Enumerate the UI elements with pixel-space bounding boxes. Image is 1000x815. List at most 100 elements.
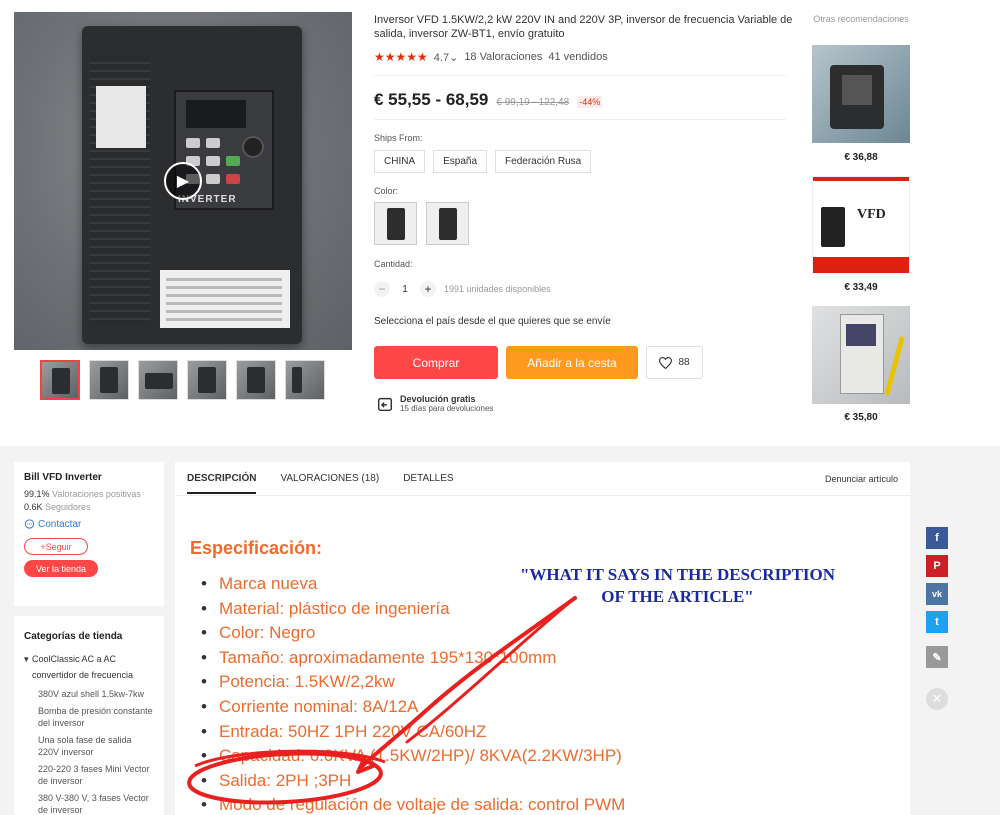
product-main-image[interactable]: INVERTER ▶ — [14, 12, 352, 350]
seller-name[interactable]: Bill VFD Inverter — [24, 472, 154, 483]
star-rating-icon: ★★★★★ — [374, 50, 428, 64]
quantity-minus-button[interactable]: − — [374, 281, 390, 297]
color-option-image — [387, 208, 405, 240]
divider — [374, 75, 786, 76]
thumbnail-4[interactable] — [187, 360, 227, 400]
category-item[interactable]: 380V azul shell 1.5kw-7kw — [24, 688, 154, 700]
review-count[interactable]: 18 Valoraciones — [464, 51, 542, 63]
quantity-available: 1991 unidades disponibles — [444, 284, 551, 294]
free-return-info: Devolución gratis 15 días para devolucio… — [376, 394, 493, 413]
rating-value-text: 4.7 — [433, 51, 450, 64]
recommendation-price-2[interactable]: € 33,49 — [812, 282, 910, 293]
heart-icon — [659, 356, 673, 369]
recommendation-device — [821, 207, 845, 247]
recommendation-price-1[interactable]: € 36,88 — [812, 152, 910, 163]
thumbnail-5[interactable] — [236, 360, 276, 400]
pinterest-share-icon[interactable]: P — [926, 555, 948, 577]
wishlist-button[interactable]: 88 — [646, 346, 703, 379]
recommendation-vfd-text: VFD — [857, 207, 886, 222]
seller-positive-label: Valoraciones positivas — [52, 489, 141, 499]
thumbnail-image — [247, 367, 265, 393]
quantity-stepper: − 1 + 1991 unidades disponibles — [374, 281, 551, 297]
recommendation-image-3[interactable] — [812, 306, 910, 404]
thumbnail-strip — [40, 360, 325, 400]
device-stop-key — [226, 174, 240, 184]
thumbnail-image — [198, 367, 216, 393]
thumbnail-image — [292, 367, 302, 393]
thumbnail-2[interactable] — [89, 360, 129, 400]
recommendation-keypad — [842, 75, 872, 105]
quantity-label: Cantidad: — [374, 259, 413, 269]
color-option-1[interactable] — [374, 202, 417, 245]
rating-row: ★★★★★ 4.7⌄ 18 Valoraciones 41 vendidos — [374, 50, 608, 64]
thumbnail-image — [52, 368, 70, 394]
device-knob — [242, 136, 264, 158]
video-play-button[interactable]: ▶ — [164, 162, 202, 200]
ship-option-spain[interactable]: España — [433, 150, 488, 173]
safety-label — [160, 270, 290, 328]
color-options — [374, 202, 469, 245]
view-store-button[interactable]: Ver la tienda — [24, 560, 98, 577]
price-row: € 55,55 - 68,59 € 99,19 - 122,48 -44% — [374, 90, 603, 110]
recommendations-title: Otras recomendaciones — [813, 14, 909, 24]
return-icon — [377, 397, 393, 411]
buy-now-button[interactable]: Comprar — [374, 346, 498, 379]
ship-option-china[interactable]: CHINA — [374, 150, 426, 173]
color-option-2[interactable] — [426, 202, 469, 245]
play-icon: ▶ — [176, 173, 190, 190]
select-country-text: Selecciona el país desde el que quieres … — [374, 316, 611, 327]
return-subtitle: 15 días para devoluciones — [400, 404, 494, 413]
device-key — [206, 174, 220, 184]
follow-button[interactable]: +Seguir — [24, 538, 88, 555]
thumbnail-image — [100, 367, 118, 393]
seller-positive-feedback: 99.1% Valoraciones positivas — [24, 489, 154, 499]
device-key — [206, 138, 220, 148]
seller-positive-value: 99.1% — [24, 489, 50, 499]
twitter-share-icon[interactable]: t — [926, 611, 948, 633]
ships-from-options: CHINA España Federación Rusa — [374, 150, 592, 173]
product-title: Inversor VFD 1.5KW/2,2 kW 220V IN and 22… — [374, 14, 793, 40]
thumbnail-1[interactable] — [40, 360, 80, 400]
thumbnail-6[interactable] — [285, 360, 325, 400]
description-panel: DESCRIPCIÓN VALORACIONES (18) DETALLES D… — [175, 462, 910, 815]
return-title: Devolución gratis — [400, 394, 476, 404]
add-to-cart-button[interactable]: Añadir a la cesta — [506, 346, 638, 379]
vk-share-icon[interactable]: vk — [926, 583, 948, 605]
rating-value[interactable]: 4.7⌄ — [434, 51, 459, 64]
seller-followers-value: 0.6K — [24, 502, 43, 512]
contact-seller-link[interactable]: Contactar — [24, 519, 154, 530]
edit-icon[interactable]: ✎ — [926, 646, 948, 668]
quantity-plus-button[interactable]: + — [420, 281, 436, 297]
category-item[interactable]: 380 V-380 V, 3 fases Vector de inversor — [24, 792, 154, 815]
device-run-key — [226, 156, 240, 166]
facebook-share-icon[interactable]: f — [926, 527, 948, 549]
original-price: € 99,19 - 122,48 — [496, 97, 570, 108]
recommendation-image-1[interactable] — [812, 45, 910, 143]
wishlist-count: 88 — [678, 357, 690, 368]
contact-label: Contactar — [38, 519, 82, 530]
ship-option-russia[interactable]: Federación Rusa — [495, 150, 592, 173]
close-icon[interactable]: ✕ — [926, 688, 948, 710]
recommendation-banner — [813, 177, 909, 181]
category-item[interactable]: Bomba de presión constante del inversor — [24, 705, 154, 729]
device-lcd — [186, 100, 246, 128]
color-label: Color: — [374, 186, 399, 196]
recommendation-price-3[interactable]: € 35,80 — [812, 412, 910, 423]
device-label — [96, 86, 146, 148]
recommendation-screwdriver — [884, 336, 905, 396]
category-main[interactable]: CoolClassic AC a AC convertidor de frecu… — [24, 651, 154, 683]
thumbnail-3[interactable] — [138, 360, 178, 400]
category-item[interactable]: Una sola fase de salida 220V inversor — [24, 734, 154, 758]
store-categories-title: Categorías de tienda — [24, 631, 123, 642]
category-item[interactable]: 220-220 3 fases Mini Vector de inversor — [24, 763, 154, 787]
discount-badge: -44% — [577, 96, 603, 108]
sold-count: 41 vendidos — [548, 51, 608, 63]
quantity-value[interactable]: 1 — [398, 284, 412, 295]
ships-from-label: Ships From: — [374, 133, 423, 143]
divider — [374, 119, 786, 120]
recommendation-banner — [813, 257, 909, 273]
chat-icon — [24, 519, 35, 529]
recommendation-keypad — [846, 324, 876, 346]
recommendation-image-2[interactable]: VFD — [812, 176, 910, 274]
chevron-down-icon: ⌄ — [449, 51, 459, 64]
